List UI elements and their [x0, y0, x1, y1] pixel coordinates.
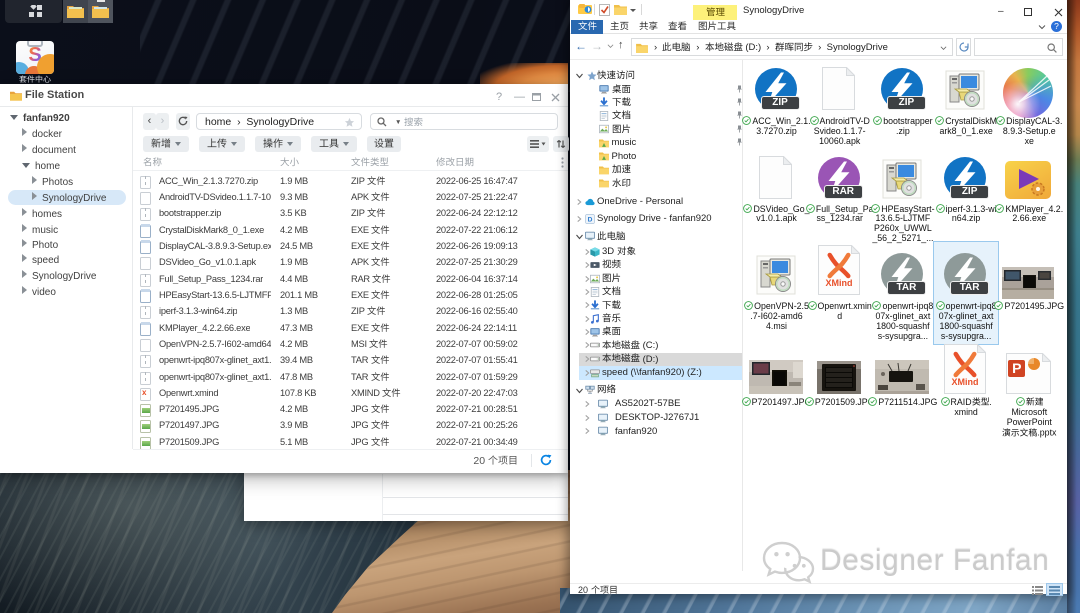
svg-text:XMind: XMind	[825, 278, 852, 288]
svg-text:D: D	[588, 216, 593, 223]
svg-text:XMind: XMind	[952, 377, 979, 387]
